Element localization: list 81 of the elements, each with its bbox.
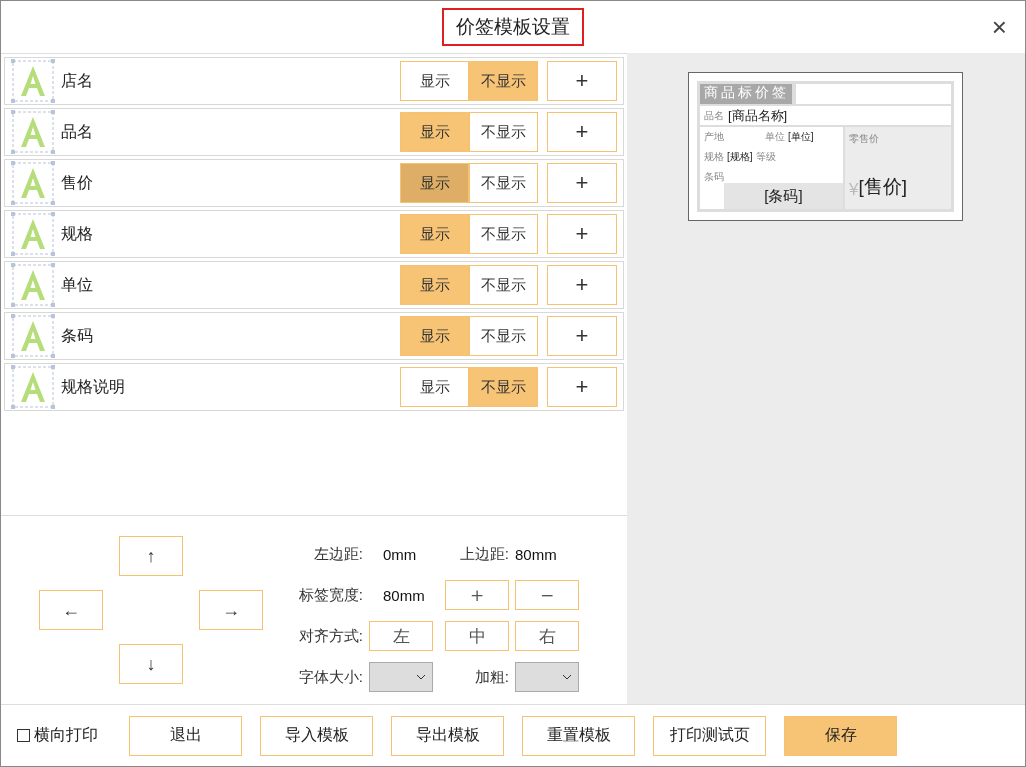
field-name: 条码 <box>61 325 94 346</box>
field-name: 品名 <box>61 121 94 142</box>
add-button[interactable]: + <box>547 214 617 254</box>
currency-sign: ¥ <box>849 180 859 200</box>
increase-button[interactable]: + <box>445 580 509 610</box>
text-field-icon <box>11 365 55 409</box>
field-name: 店名 <box>61 70 94 91</box>
add-button[interactable]: + <box>547 316 617 356</box>
hide-option[interactable]: 不显示 <box>469 61 538 101</box>
move-down-button[interactable]: ↓ <box>119 644 183 684</box>
footer-button[interactable]: 重置模板 <box>522 715 635 756</box>
chevron-down-icon <box>562 674 572 680</box>
landscape-checkbox[interactable]: 横向打印 <box>17 725 111 746</box>
decrease-button[interactable]: − <box>515 580 579 610</box>
bold-dropdown[interactable] <box>515 662 579 692</box>
hide-option[interactable]: 不显示 <box>469 367 538 407</box>
preview-field-label: 单位 <box>765 130 785 144</box>
close-button[interactable]: × <box>985 13 1013 41</box>
window-title: 价签模板设置 <box>442 8 584 46</box>
preview-field-label: 规格 <box>704 150 724 164</box>
label-width-value: 80mm <box>382 586 426 604</box>
preview-field-label: 产地 <box>704 130 725 144</box>
show-option[interactable]: 显示 <box>400 163 469 203</box>
add-button[interactable]: + <box>547 61 617 101</box>
alignment-button[interactable]: 中 <box>445 621 509 651</box>
preview-field-label: 等级 <box>755 150 776 164</box>
hide-option[interactable]: 不显示 <box>469 112 538 152</box>
footer-button[interactable]: 打印测试页 <box>653 715 766 756</box>
top-margin-value: 80mm <box>515 545 558 563</box>
text-field-icon <box>11 314 55 358</box>
bold-label: 加粗: <box>473 667 509 687</box>
alignment-button[interactable]: 右 <box>515 621 579 651</box>
preview-field-value: [单位] <box>788 130 814 144</box>
text-field-icon <box>11 263 55 307</box>
add-button[interactable]: + <box>547 265 617 305</box>
alignment-label: 对齐方式: <box>297 626 363 646</box>
footer-button[interactable]: 导入模板 <box>260 715 373 756</box>
add-button[interactable]: + <box>547 112 617 152</box>
hide-option[interactable]: 不显示 <box>469 214 538 254</box>
show-option[interactable]: 显示 <box>400 367 469 407</box>
hide-option[interactable]: 不显示 <box>469 163 538 203</box>
add-button[interactable]: + <box>547 163 617 203</box>
preview-field-label: 条码 <box>704 170 724 184</box>
show-option[interactable]: 显示 <box>400 61 469 101</box>
text-field-icon <box>11 212 55 256</box>
text-field-icon <box>11 59 55 103</box>
move-right-button[interactable]: → <box>199 590 263 630</box>
footer-button[interactable]: 退出 <box>129 715 242 756</box>
top-margin-label: 上边距: <box>458 544 509 564</box>
show-option[interactable]: 显示 <box>400 214 469 254</box>
field-name: 规格说明 <box>61 376 126 397</box>
move-up-button[interactable]: ↑ <box>119 536 183 576</box>
show-option[interactable]: 显示 <box>400 316 469 356</box>
text-field-icon <box>11 161 55 205</box>
font-size-dropdown[interactable] <box>369 662 433 692</box>
preview-barcode-value: [条码] <box>764 186 803 206</box>
chevron-down-icon <box>416 674 426 680</box>
hide-option[interactable]: 不显示 <box>469 316 538 356</box>
footer-button[interactable]: 保存 <box>784 715 897 756</box>
preview-title: 商品标价签 <box>700 84 792 104</box>
left-margin-value: 0mm <box>382 545 418 563</box>
field-name: 售价 <box>61 172 94 193</box>
move-left-button[interactable]: ← <box>39 590 103 630</box>
preview-field-value: [规格] <box>727 150 753 164</box>
checkbox-label: 横向打印 <box>34 725 98 745</box>
preview-price-value: [售价] <box>858 175 908 199</box>
preview-field-label: 品名 <box>704 108 724 123</box>
preview-field-value: [商品名称] <box>728 106 788 125</box>
show-option[interactable]: 显示 <box>400 112 469 152</box>
label-width-label: 标签宽度: <box>297 585 363 605</box>
font-size-label: 字体大小: <box>297 667 363 687</box>
alignment-button[interactable]: 左 <box>369 621 433 651</box>
field-name: 规格 <box>61 223 94 244</box>
preview-price-label: 零售价 <box>849 132 880 146</box>
footer-button[interactable]: 导出模板 <box>391 715 504 756</box>
hide-option[interactable]: 不显示 <box>469 265 538 305</box>
left-margin-label: 左边距: <box>312 544 363 564</box>
text-field-icon <box>11 110 55 154</box>
show-option[interactable]: 显示 <box>400 265 469 305</box>
add-button[interactable]: + <box>547 367 617 407</box>
field-name: 单位 <box>61 274 94 295</box>
